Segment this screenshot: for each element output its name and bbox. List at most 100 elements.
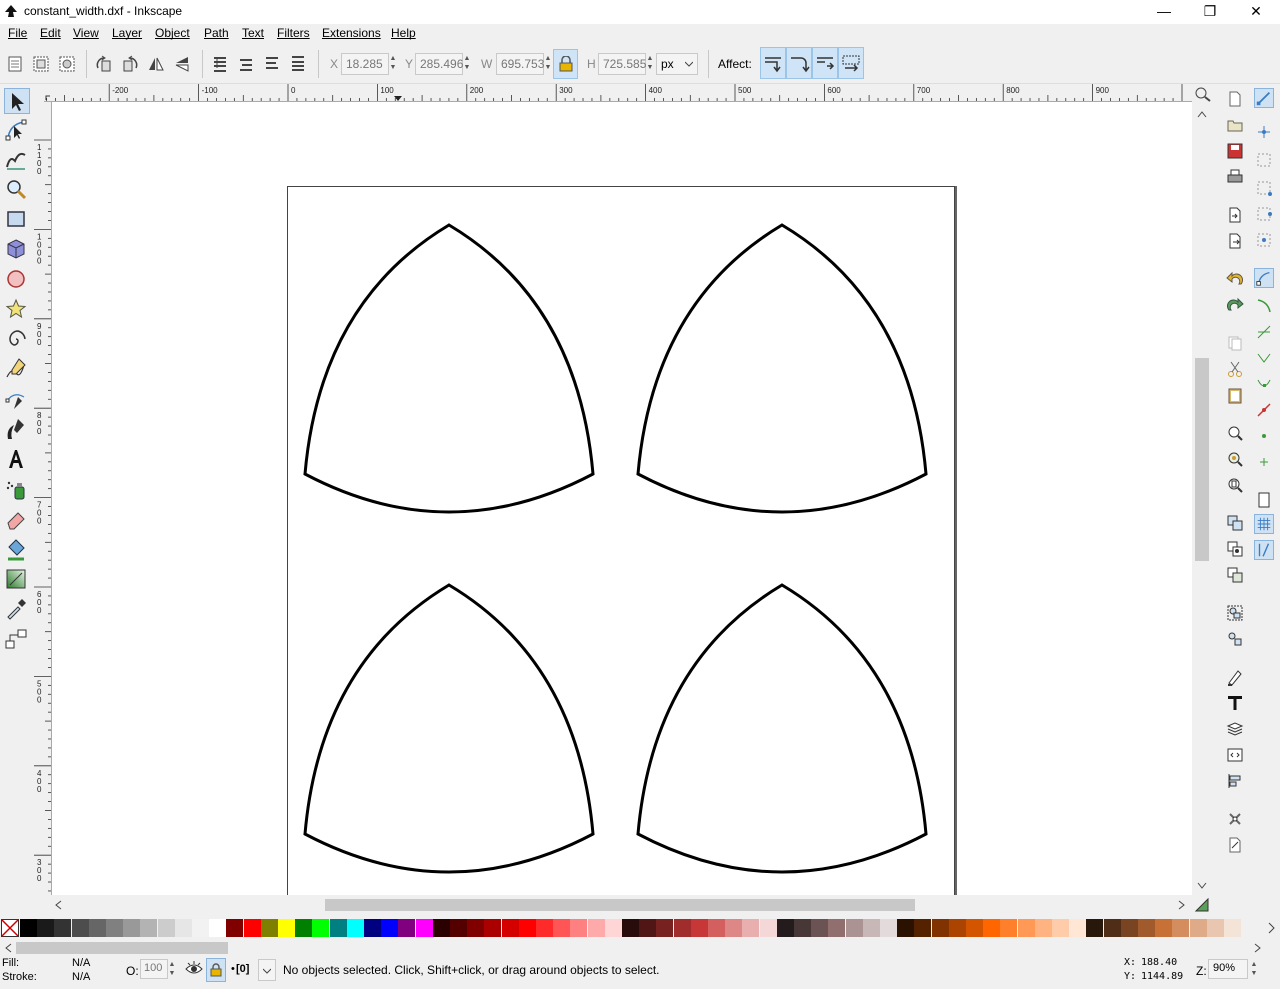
color-swatch[interactable] [415,919,433,937]
open-folder-icon[interactable] [1226,116,1244,134]
y-spin-arrows[interactable]: ▲ ▼ [462,54,472,74]
eraser-tool[interactable] [4,507,30,533]
color-swatch[interactable] [673,919,691,937]
color-swatch[interactable] [329,919,347,937]
color-swatch[interactable] [381,919,399,937]
color-swatch[interactable] [742,919,760,937]
unit-select[interactable]: px [656,53,698,75]
color-swatch[interactable] [518,919,536,937]
node-tool[interactable] [4,118,30,144]
palette-menu-icon[interactable] [1268,922,1276,934]
redo-icon[interactable] [1226,296,1244,314]
tweak-tool[interactable] [4,147,30,173]
3d-box-tool[interactable] [4,237,30,263]
opacity-spin-arrows[interactable]: ▲ ▼ [167,960,177,978]
menu-path[interactable]: Path [204,26,229,40]
flip-vertical-icon[interactable] [172,54,192,74]
affect-stroke-toggle[interactable] [760,47,786,79]
lock-ratio-button[interactable] [553,49,578,79]
gradient-tool[interactable] [4,567,30,593]
color-swatch[interactable] [346,919,364,937]
palette-scroll-right-icon[interactable] [1254,943,1262,953]
color-swatch[interactable] [845,919,863,937]
color-swatch[interactable] [450,919,467,937]
horizontal-scroll-thumb[interactable] [325,899,915,911]
rotate-cw-icon[interactable] [120,54,140,74]
color-swatch[interactable] [587,919,605,937]
color-swatch[interactable] [914,919,932,937]
color-swatch[interactable] [880,919,897,937]
vertical-scrollbar[interactable] [1192,102,1212,895]
undo-icon[interactable] [1226,270,1244,288]
pencil-tool[interactable] [4,357,30,383]
copy-icon[interactable] [1226,334,1244,352]
snap-bbox-icon[interactable] [1254,122,1274,142]
print-icon[interactable] [1226,168,1244,186]
reuleaux-triangle-top-left[interactable] [303,223,595,514]
affect-patterns-toggle[interactable] [838,47,864,79]
deselect-icon[interactable] [57,54,77,74]
zoom-drawing-icon[interactable] [1226,450,1244,468]
color-swatch[interactable] [1069,919,1087,937]
snap-cusp-nodes-icon[interactable] [1254,348,1274,368]
dropper-tool[interactable] [4,597,30,623]
eye-visibility-icon[interactable] [185,961,203,977]
selector-tool[interactable] [4,88,30,114]
export-icon[interactable] [1226,232,1244,250]
menu-filters[interactable]: Filters [277,26,310,40]
color-swatch[interactable] [1206,919,1224,937]
color-swatch[interactable] [260,919,278,937]
menu-text[interactable]: Text [242,26,264,40]
layer-lock-toggle[interactable] [206,958,226,982]
snap-paths-icon[interactable] [1254,296,1274,316]
duplicate-icon[interactable] [1226,514,1244,532]
scroll-down-icon[interactable] [1197,882,1207,890]
raise-icon[interactable] [262,54,282,74]
color-swatch[interactable] [278,919,295,937]
scroll-up-icon[interactable] [1197,110,1207,118]
reuleaux-triangle-top-right[interactable] [636,223,928,514]
horizontal-scrollbar[interactable] [44,895,1214,915]
snap-bbox-edges-icon[interactable] [1254,150,1274,170]
menu-edit[interactable]: Edit [40,26,61,40]
snap-smooth-nodes-icon[interactable] [1254,374,1274,394]
color-swatch[interactable] [1000,919,1018,937]
color-swatch[interactable] [467,919,485,937]
color-swatch[interactable] [931,919,949,937]
color-swatch[interactable] [484,919,502,937]
color-swatch[interactable] [312,919,330,937]
color-swatch[interactable] [106,919,123,937]
flip-horizontal-icon[interactable] [146,54,166,74]
layers-icon[interactable] [1226,720,1244,738]
color-swatch[interactable] [1155,919,1173,937]
h-input[interactable]: 725.585 [598,53,646,75]
snap-guides-icon[interactable] [1254,540,1274,560]
spiral-tool[interactable] [4,327,30,353]
color-swatch[interactable] [622,919,639,937]
rectangle-tool[interactable] [4,207,30,233]
color-swatch[interactable] [897,919,915,937]
menu-help[interactable]: Help [391,26,416,40]
color-swatch[interactable] [1103,919,1121,937]
no-paint-icon[interactable] [1,919,19,937]
color-swatch[interactable] [862,919,880,937]
color-swatch[interactable] [1034,919,1052,937]
preferences-icon[interactable] [1226,810,1244,828]
raise-to-top-icon[interactable] [288,54,308,74]
select-all-icon[interactable] [5,54,25,74]
document-properties-icon[interactable] [1226,836,1244,854]
stroke-indicator[interactable]: N/A [72,971,90,983]
snap-grids-icon[interactable] [1254,514,1274,534]
snap-toggle-icon[interactable] [1254,88,1274,108]
w-spin-arrows[interactable]: ▲ ▼ [543,54,553,74]
scroll-right-icon[interactable] [1178,900,1186,910]
clone-icon[interactable] [1226,540,1244,558]
color-swatch[interactable] [20,919,37,937]
opacity-input[interactable]: 100 [140,959,168,979]
palette-scrollbar[interactable] [0,940,1280,956]
color-swatch[interactable] [398,919,416,937]
scroll-left-icon[interactable] [54,900,62,910]
unlink-clone-icon[interactable] [1226,566,1244,584]
color-swatch[interactable] [1172,919,1190,937]
pen-tool[interactable] [4,387,30,413]
